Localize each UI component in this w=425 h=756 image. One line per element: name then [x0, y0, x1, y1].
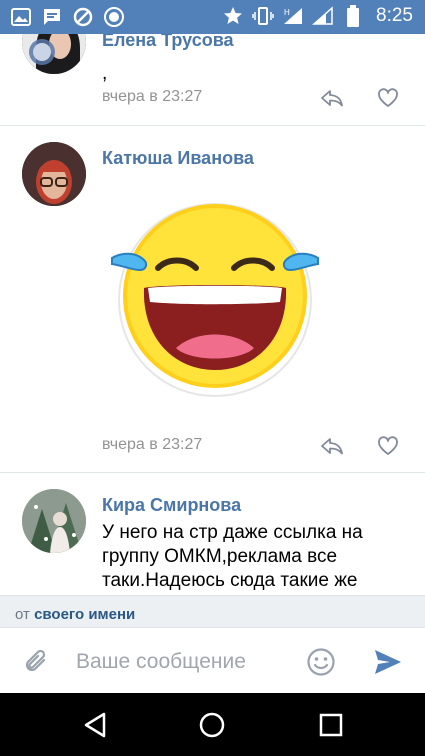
- avatar[interactable]: [22, 142, 86, 206]
- sticker-laughing-emoji[interactable]: [106, 188, 324, 406]
- avatar[interactable]: [22, 34, 86, 74]
- comment-time: вчера в 23:27: [102, 436, 203, 453]
- signal-h-icon: H: [282, 5, 304, 27]
- comment-item: Катюша Иванова вчера в 23:27: [0, 126, 425, 472]
- reply-icon[interactable]: [318, 434, 346, 458]
- comment-item: Елена Трусова , вчера в 23:27: [0, 34, 425, 126]
- status-time: 8:25: [376, 5, 413, 26]
- signal-icon: [312, 5, 334, 27]
- comment-text: ,: [102, 63, 108, 84]
- emoji-icon[interactable]: [305, 646, 337, 678]
- comments-feed[interactable]: Елена Трусова , вчера в 23:27 Катюша Ива…: [0, 34, 425, 595]
- recents-icon[interactable]: [313, 707, 349, 743]
- comment-author[interactable]: Елена Трусова: [102, 34, 234, 51]
- svg-text:H: H: [284, 8, 290, 17]
- reply-icon[interactable]: [318, 86, 346, 110]
- vk-icon: [103, 6, 125, 28]
- send-icon[interactable]: [372, 646, 404, 678]
- avatar[interactable]: [22, 489, 86, 553]
- reply-as-prefix: от: [15, 606, 30, 623]
- vibrate-icon: [252, 5, 274, 27]
- like-icon[interactable]: [374, 434, 402, 458]
- battery-icon: [342, 5, 364, 27]
- message-input[interactable]: [76, 646, 296, 678]
- navigation-bar: [0, 693, 425, 756]
- star-icon: [222, 5, 244, 27]
- home-icon[interactable]: [194, 707, 230, 743]
- comment-author[interactable]: Катюша Иванова: [102, 148, 254, 169]
- message-composer: [0, 627, 425, 693]
- comment-author[interactable]: Кира Смирнова: [102, 495, 241, 516]
- comment-text: У него на стр даже ссылка на группу ОМКМ…: [102, 522, 363, 591]
- comment-time: вчера в 23:27: [102, 88, 203, 105]
- comment-item: Кира Смирнова У него на стр даже ссылка …: [0, 473, 425, 595]
- blocked-icon: [72, 6, 94, 28]
- paperclip-icon[interactable]: [22, 647, 52, 677]
- like-icon[interactable]: [374, 86, 402, 110]
- message-icon: [41, 6, 63, 28]
- status-bar: H 8:25: [0, 0, 425, 34]
- reply-as-bar[interactable]: от своего имени: [0, 595, 425, 627]
- back-icon[interactable]: [77, 707, 113, 743]
- reply-as-link[interactable]: своего имени: [34, 606, 135, 623]
- image-icon: [10, 6, 32, 28]
